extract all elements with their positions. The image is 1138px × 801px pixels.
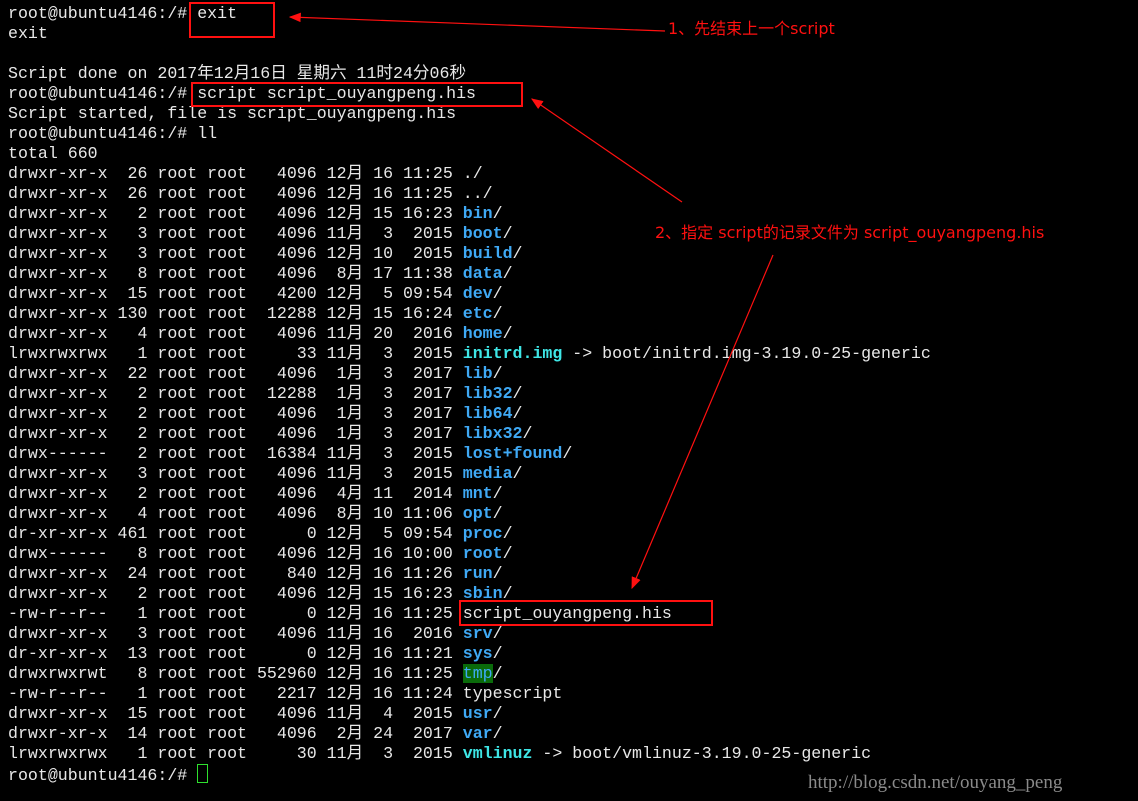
arrow-2 bbox=[531, 98, 683, 203]
annotation-note-2: 2、指定 script的记录文件为 script_ouyangpeng.his bbox=[655, 223, 1045, 242]
highlight-box-exit bbox=[189, 2, 275, 38]
watermark: http://blog.csdn.net/ouyang_peng bbox=[808, 772, 1063, 793]
annotation-note-1: 1、先结束上一个script bbox=[668, 19, 835, 38]
highlight-box-script-file bbox=[459, 600, 713, 626]
arrow-3 bbox=[631, 254, 774, 590]
annotation-arrows bbox=[288, 12, 774, 590]
highlight-box-script-command bbox=[191, 82, 523, 107]
arrow-1 bbox=[288, 12, 666, 32]
